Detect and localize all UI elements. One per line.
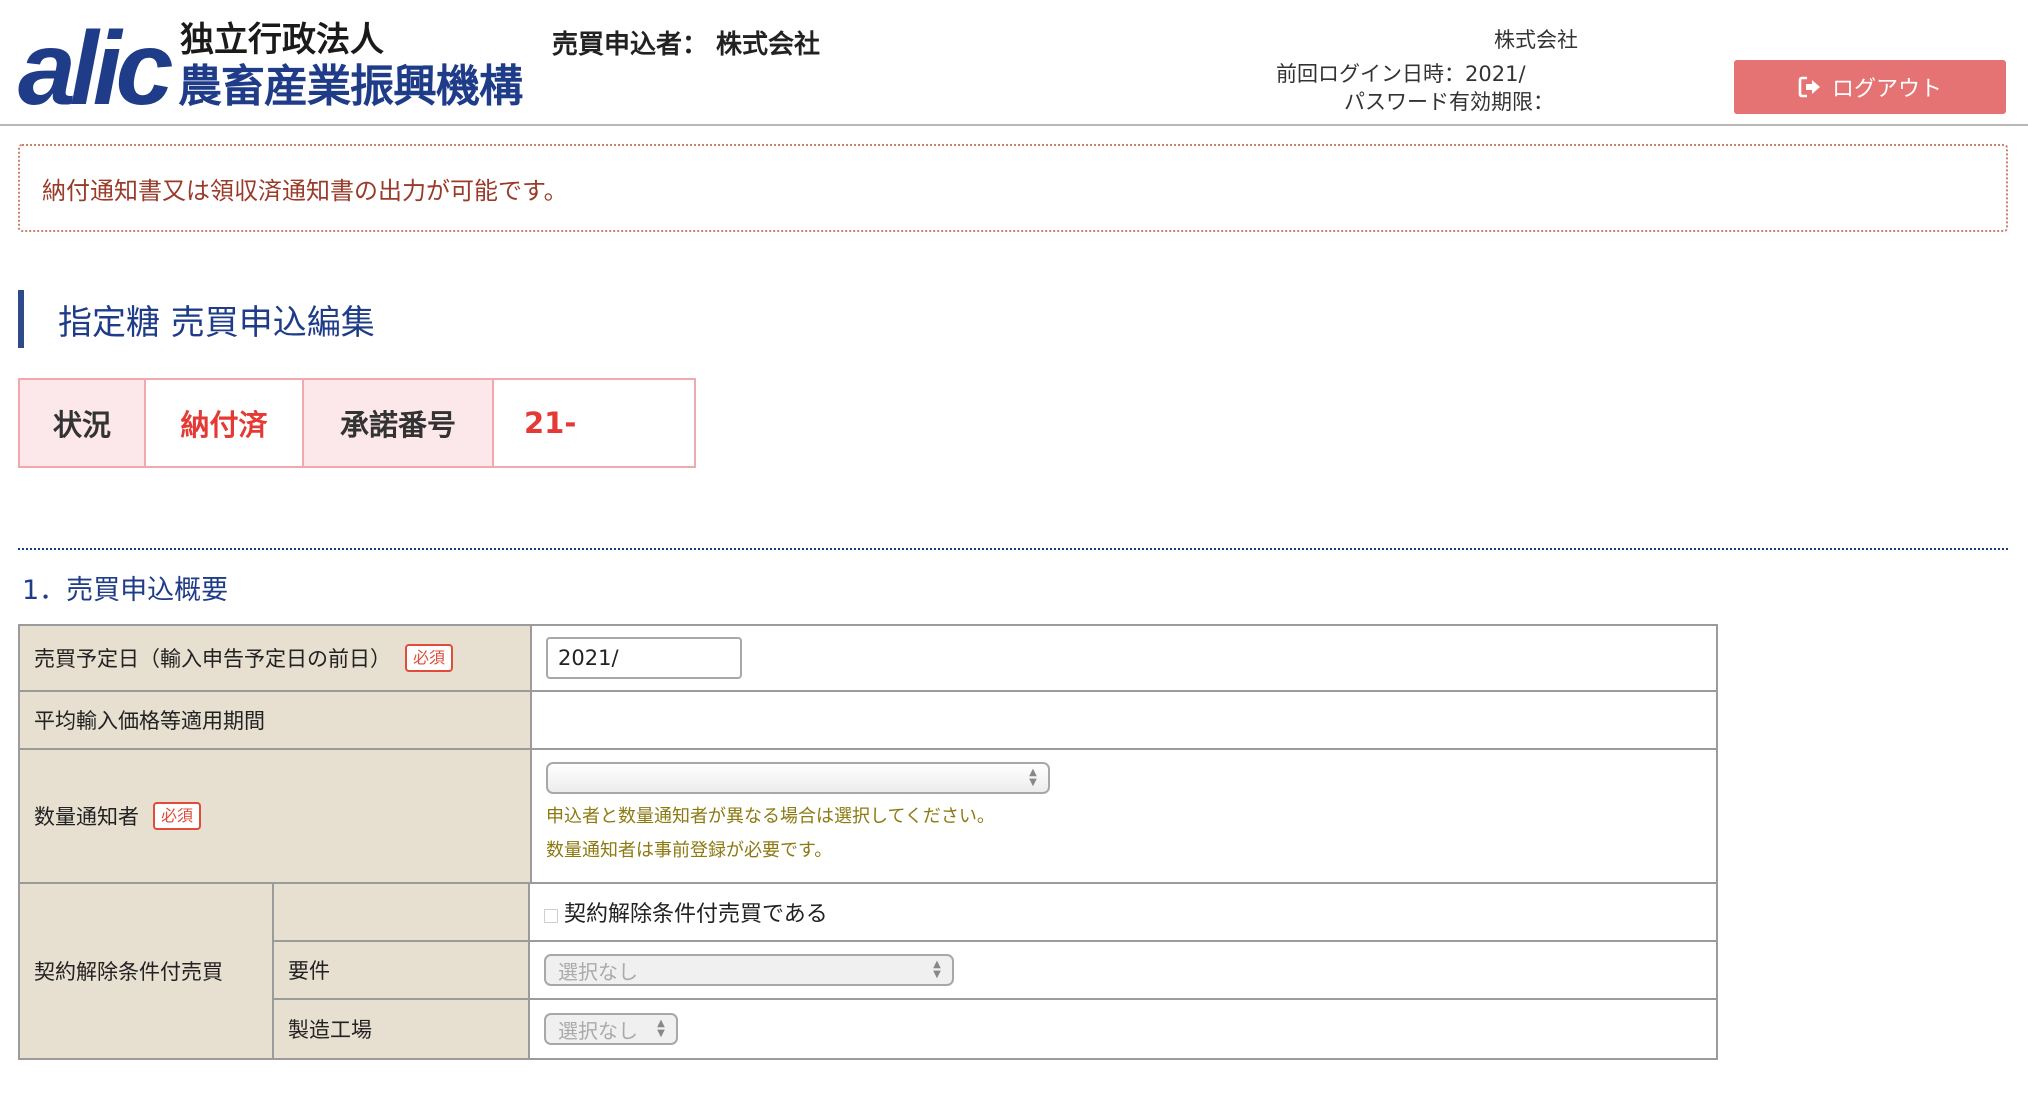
planned-date-label: 売買予定日（輸入申告予定日の前日） 必須 xyxy=(20,626,532,690)
requirement-select[interactable]: 選択なし ▲ ▼ xyxy=(544,954,954,986)
logout-label: ログアウト xyxy=(1831,77,1942,102)
quantity-notifier-cell: ▲ ▼ 申込者と数量通知者が異なる場合は選択してください。 数量通知者は事前登録が… xyxy=(532,750,1716,882)
applicant-value: 株式会社 xyxy=(716,30,821,60)
factory-selected: 選択なし xyxy=(558,1018,638,1043)
notifier-hint-1: 申込者と数量通知者が異なる場合は選択してください。 xyxy=(546,806,995,827)
user-company: 株式会社 xyxy=(1494,28,1578,52)
contract-checkbox-cell: 契約解除条件付売買である xyxy=(530,884,1716,940)
required-badge: 必須 xyxy=(405,644,454,672)
alic-logo: alic 独立行政法人 農畜産業振興機構 xyxy=(18,17,538,121)
contract-checkbox-line: 契約解除条件付売買である xyxy=(544,896,1716,928)
requirement-selected: 選択なし xyxy=(558,959,638,984)
contract-conditional-label: 契約解除条件付売買 xyxy=(20,884,274,1058)
select-arrows-icon: ▲ ▼ xyxy=(933,959,941,980)
contract-checkbox-sublabel xyxy=(274,884,530,940)
select-arrows-icon: ▲ ▼ xyxy=(657,1018,665,1039)
row-planned-date: 売買予定日（輸入申告予定日の前日） 必須 2021/ xyxy=(20,626,1716,692)
requirement-label: 要件 xyxy=(274,942,530,998)
factory-select[interactable]: 選択なし ▲ ▼ xyxy=(544,1013,678,1045)
approval-number-label: 承諾番号 xyxy=(304,380,494,466)
quantity-notifier-label-text: 数量通知者 xyxy=(34,805,139,829)
quantity-notifier-select[interactable]: ▲ ▼ xyxy=(546,762,1050,794)
approval-number-value: 21- xyxy=(494,380,694,466)
status-label: 状況 xyxy=(20,380,146,466)
section-divider xyxy=(18,548,2008,550)
row-avg-price-period: 平均輸入価格等適用期間 xyxy=(20,692,1716,750)
header: alic 独立行政法人 農畜産業振興機構 売買申込者： 株式会社 株式会社 前回ロ… xyxy=(0,0,2028,126)
logout-button[interactable]: ログアウト xyxy=(1734,60,2006,114)
section-title-overview: 1．売買申込概要 xyxy=(22,575,229,606)
required-badge: 必須 xyxy=(153,802,202,830)
planned-date-input[interactable]: 2021/ xyxy=(546,637,742,679)
logo-org-name: 農畜産業振興機構 xyxy=(178,61,523,112)
row-contract-checkbox: 契約解除条件付売買である xyxy=(274,884,1716,942)
row-requirement: 要件 選択なし ▲ ▼ xyxy=(274,942,1716,1000)
status-table: 状況 納付済 承諾番号 21- xyxy=(18,378,696,468)
overview-form-table: 売買予定日（輸入申告予定日の前日） 必須 2021/ 平均輸入価格等適用期間 数… xyxy=(18,624,1718,1060)
status-value: 納付済 xyxy=(146,380,304,466)
applicant-label: 売買申込者： xyxy=(552,30,709,60)
select-arrows-icon: ▲ ▼ xyxy=(1029,767,1037,788)
notice-message: 納付通知書又は領収済通知書の出力が可能です。 xyxy=(42,176,568,205)
contract-subrows: 契約解除条件付売買である 要件 選択なし ▲ ▼ 製造工場 選択なし ▲ ▼ xyxy=(274,884,1716,1058)
factory-label: 製造工場 xyxy=(274,1000,530,1058)
quantity-notifier-label: 数量通知者 必須 xyxy=(20,750,532,882)
contract-conditional-checkbox[interactable] xyxy=(544,909,558,923)
last-login: 前回ログイン日時：2021/ xyxy=(1276,62,1526,86)
logout-icon xyxy=(1798,76,1820,98)
applicant-info: 売買申込者： 株式会社 xyxy=(552,24,820,61)
contract-checkbox-label: 契約解除条件付売買である xyxy=(564,902,828,927)
row-group-contract-conditional: 契約解除条件付売買 契約解除条件付売買である 要件 選択なし ▲ ▼ 製造工場 … xyxy=(20,884,1716,1058)
row-quantity-notifier: 数量通知者 必須 ▲ ▼ 申込者と数量通知者が異なる場合は選択してください。 数量… xyxy=(20,750,1716,884)
avg-price-period-value xyxy=(532,692,1716,748)
factory-cell: 選択なし ▲ ▼ xyxy=(530,1000,1716,1058)
requirement-cell: 選択なし ▲ ▼ xyxy=(530,942,1716,998)
password-expiry: パスワード有効期限： xyxy=(1344,90,1554,114)
row-factory: 製造工場 選択なし ▲ ▼ xyxy=(274,1000,1716,1058)
page-title: 指定糖 売買申込編集 xyxy=(18,290,375,348)
notifier-hint-2: 数量通知者は事前登録が必要です。 xyxy=(546,840,833,861)
planned-date-label-text: 売買予定日（輸入申告予定日の前日） xyxy=(34,647,391,671)
planned-date-cell: 2021/ xyxy=(532,626,1716,690)
logo-org-type: 独立行政法人 xyxy=(180,20,384,60)
avg-price-period-label: 平均輸入価格等適用期間 xyxy=(20,692,532,748)
logo-mark: alic xyxy=(18,11,173,127)
notice-alert: 納付通知書又は領収済通知書の出力が可能です。 xyxy=(18,144,2008,232)
